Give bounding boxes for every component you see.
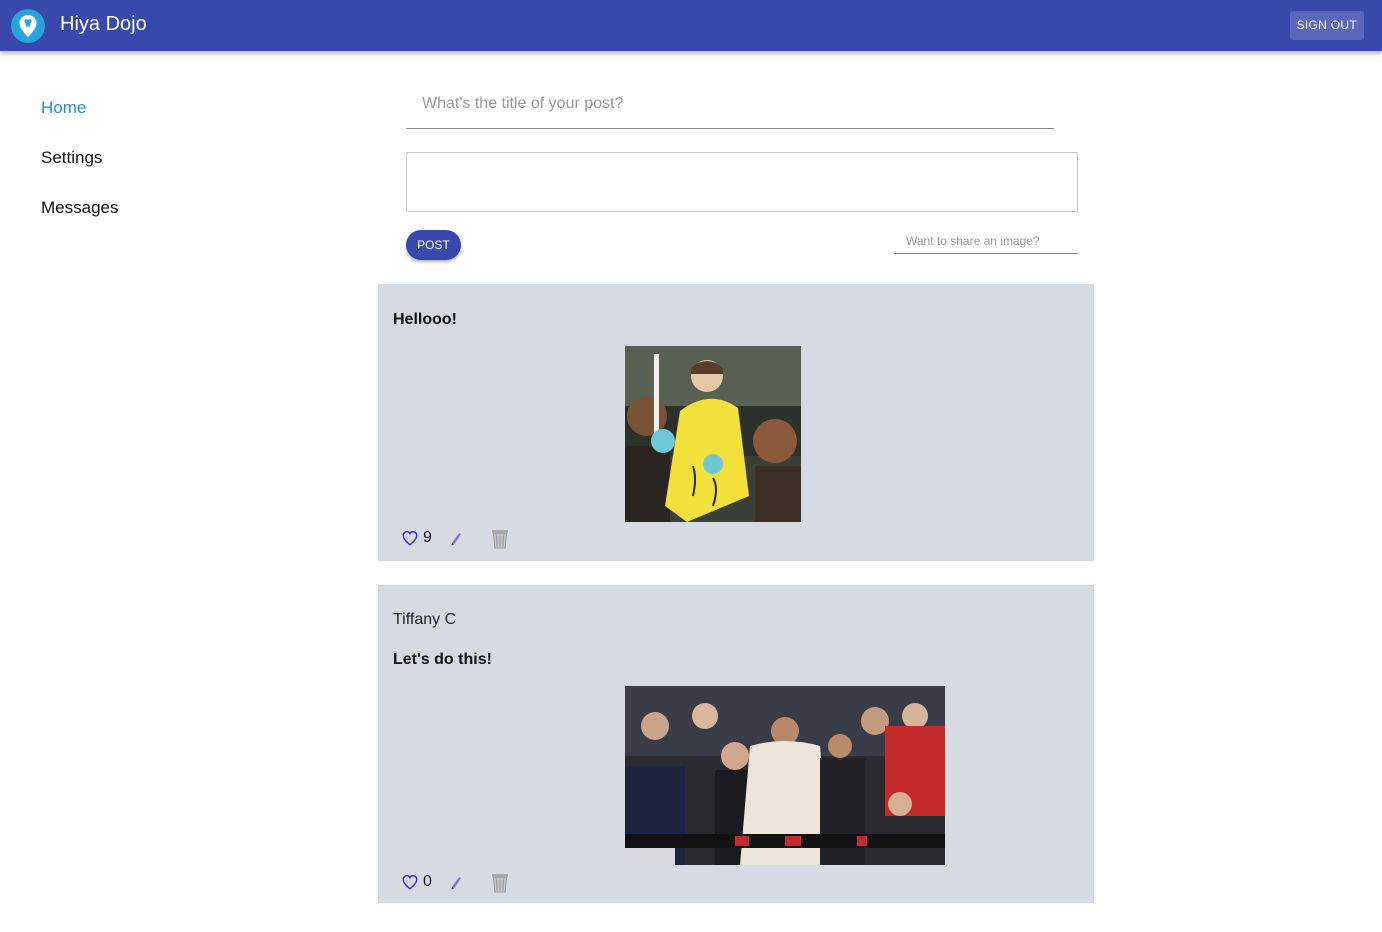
post-card: Hellooo! 9	[378, 284, 1094, 561]
nav-item-home[interactable]: Home	[41, 97, 118, 147]
post-image	[625, 686, 945, 865]
heart-outline-icon[interactable]	[401, 529, 419, 547]
like-count: 0	[423, 873, 432, 890]
app-logo-icon[interactable]	[11, 9, 45, 43]
like-count: 9	[423, 529, 432, 546]
side-navigation: Home Settings Messages	[41, 97, 118, 247]
trash-can-icon[interactable]	[489, 871, 511, 893]
pencil-icon[interactable]	[449, 530, 463, 546]
nav-item-settings[interactable]: Settings	[41, 147, 118, 197]
pencil-icon[interactable]	[449, 874, 463, 890]
post-actions: 0	[401, 870, 511, 894]
heart-outline-icon[interactable]	[401, 873, 419, 891]
post-button[interactable]: POST	[406, 230, 461, 260]
sign-out-button[interactable]: SIGN OUT	[1289, 11, 1364, 40]
top-app-bar: Hiya Dojo SIGN OUT	[0, 0, 1382, 51]
post-image	[625, 346, 801, 522]
post-actions: 9	[401, 526, 511, 550]
app-title: Hiya Dojo	[60, 13, 147, 35]
post-author: Tiffany C	[393, 611, 457, 628]
nav-item-messages[interactable]: Messages	[41, 197, 118, 247]
post-title: Hellooo!	[393, 311, 457, 328]
image-url-input[interactable]	[894, 228, 1078, 254]
post-title-input[interactable]	[406, 80, 1054, 129]
post-title: Let's do this!	[393, 651, 492, 668]
trash-can-icon[interactable]	[489, 527, 511, 549]
post-body-textarea[interactable]	[406, 152, 1078, 212]
post-card: Tiffany C Let's do this! 0	[378, 585, 1094, 903]
